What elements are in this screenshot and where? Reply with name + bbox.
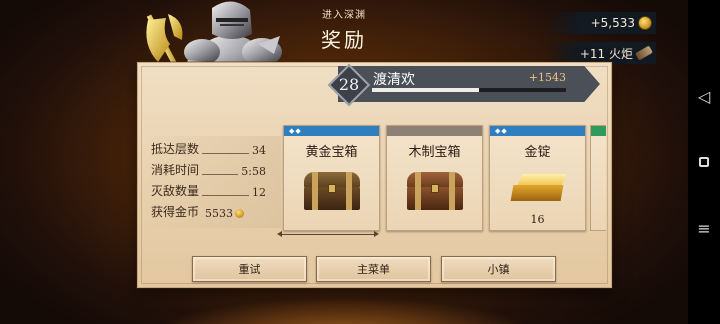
reward-card-partial[interactable] — [590, 125, 606, 231]
torch-currency-badge: +11 火炬 — [546, 42, 656, 64]
stat-value: 34 — [252, 144, 266, 157]
back-triangle-icon[interactable]: ◁ — [688, 80, 720, 112]
rarity-gems: ◆◆ — [495, 127, 508, 135]
game-scene: 进入深渊 奖励 +5,533 +11 火炬 28 渡清欢 +1543 抵达层数 … — [0, 0, 688, 324]
stat-gold: 获得金币 5533 — [151, 204, 266, 220]
retry-button[interactable]: 重试 — [192, 256, 307, 282]
gold-ingot-icon — [510, 174, 568, 204]
torch-amount: +11 火炬 — [579, 46, 633, 61]
reward-card-gold-chest[interactable]: ◆◆ 黄金宝箱 — [283, 125, 380, 231]
stat-label: 灭敌数量 — [151, 184, 200, 198]
stat-value: 5:58 — [241, 165, 266, 178]
stat-value: 12 — [252, 186, 266, 199]
wooden-chest-icon — [407, 172, 463, 210]
reward-quantity: 16 — [530, 213, 545, 226]
stat-floors: 抵达层数 34 — [151, 141, 266, 157]
rarity-strip: ◆◆ — [490, 126, 585, 136]
rarity-strip — [591, 126, 606, 136]
stat-time: 消耗时间 5:58 — [151, 162, 266, 178]
stat-leader-line — [202, 153, 249, 154]
stat-leader-line — [202, 174, 239, 175]
stat-label: 消耗时间 — [151, 163, 200, 177]
player-level: 28 — [338, 75, 360, 94]
xp-progress-fill — [372, 88, 479, 92]
gold-currency-badge: +5,533 — [546, 12, 656, 34]
menu-lines-icon[interactable]: ≡ — [688, 212, 720, 244]
torch-icon — [635, 45, 653, 61]
town-button[interactable]: 小镇 — [441, 256, 556, 282]
reward-title: 黄金宝箱 — [305, 145, 358, 160]
xp-gain: +1543 — [528, 71, 566, 84]
main-menu-button[interactable]: 主菜单 — [316, 256, 431, 282]
stat-value: 5533 — [205, 207, 234, 220]
reward-title: 木制宝箱 — [408, 145, 461, 160]
rarity-gems: ◆◆ — [289, 127, 302, 135]
player-name: 渡清欢 — [373, 72, 415, 88]
stat-kills: 灭敌数量 12 — [151, 183, 266, 199]
stat-label: 获得金币 — [151, 205, 200, 219]
stat-leader-line — [202, 195, 249, 196]
gold-amount: +5,533 — [590, 16, 635, 30]
reward-title: 金锭 — [524, 145, 551, 160]
gold-coin-icon — [235, 209, 245, 218]
home-square-icon[interactable] — [688, 146, 720, 178]
gold-chest-icon — [304, 172, 360, 210]
rarity-strip — [387, 126, 482, 136]
reward-scroll-indicator[interactable] — [277, 231, 379, 237]
reward-card-gold-ingot[interactable]: ◆◆ 金锭 16 — [489, 125, 586, 231]
stat-label: 抵达层数 — [151, 142, 200, 156]
xp-progress-bar — [372, 88, 566, 92]
gold-coin-icon — [638, 16, 652, 30]
rarity-strip: ◆◆ — [284, 126, 379, 136]
android-nav-bar: ◁ ≡ — [688, 0, 720, 324]
reward-card-wood-chest[interactable]: 木制宝箱 — [386, 125, 483, 231]
